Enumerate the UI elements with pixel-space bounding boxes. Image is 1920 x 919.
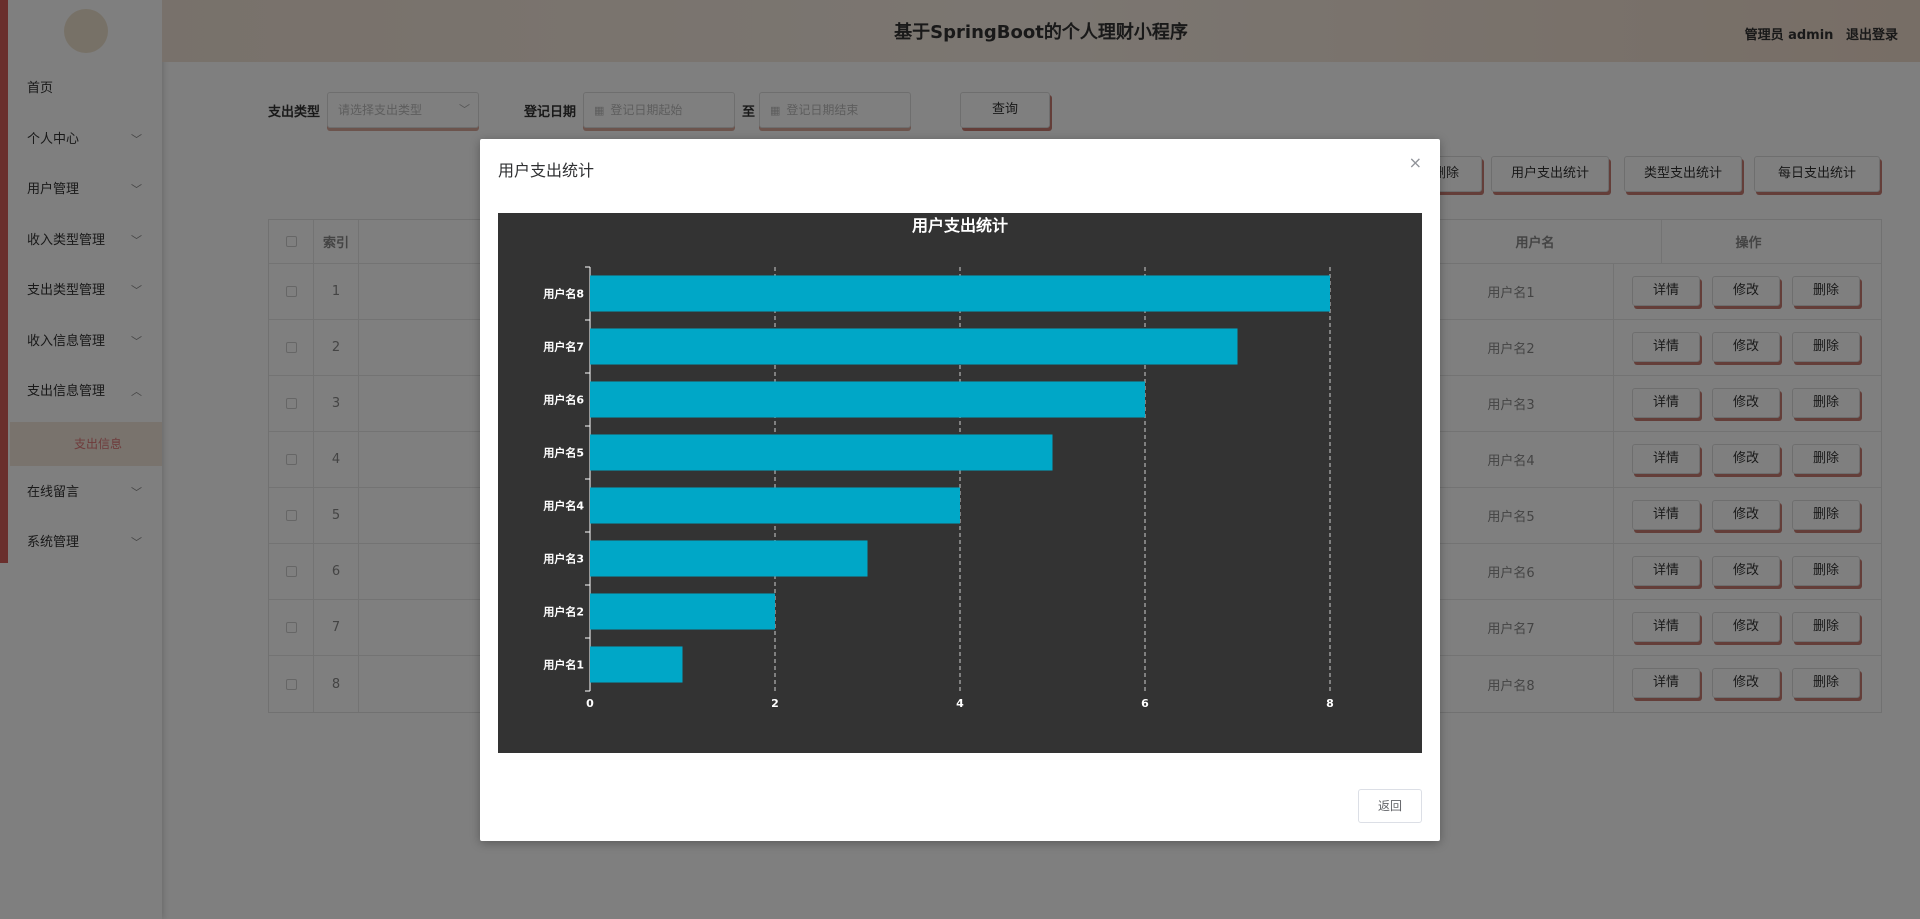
y-tick-label: 用户名8 [543, 287, 584, 301]
y-tick-label: 用户名5 [543, 446, 584, 460]
bar [590, 646, 683, 683]
close-icon[interactable]: × [1409, 153, 1422, 172]
user-expense-chart: 用户支出统计 0 2 4 6 8 用户名1 用户名2 用户名3 用户名4 用户名5 用户名6 用户名7 用… [498, 213, 1422, 753]
x-tick-label: 0 [586, 697, 594, 710]
bar [590, 381, 1145, 418]
y-tick-label: 用户名2 [543, 605, 584, 619]
y-tick-label: 用户名1 [543, 658, 584, 672]
y-tick-label: 用户名7 [543, 340, 584, 354]
x-tick-label: 6 [1141, 697, 1149, 710]
bar [590, 593, 775, 630]
bar [590, 328, 1238, 365]
bar-chart-svg: 用户支出统计 0 2 4 6 8 用户名1 用户名2 用户名3 用户名4 用户名5 用户名6 用户名7 用… [543, 216, 1334, 710]
y-tick-label: 用户名6 [543, 393, 584, 407]
back-button[interactable]: 返回 [1358, 789, 1422, 823]
x-tick-label: 8 [1326, 697, 1334, 710]
x-tick-label: 2 [771, 697, 779, 710]
bar [590, 275, 1330, 312]
bar [590, 434, 1053, 471]
chart-title: 用户支出统计 [912, 216, 1008, 235]
y-tick-label: 用户名4 [543, 499, 584, 513]
stats-dialog: 用户支出统计 × 用户支出统计 0 2 4 6 8 用户名1 用户名2 用户名3 用户名4 用户名5… [480, 139, 1440, 841]
y-tick-label: 用户名3 [543, 552, 584, 566]
bar [590, 540, 868, 577]
bar [590, 487, 960, 524]
x-tick-label: 4 [956, 697, 964, 710]
dialog-title: 用户支出统计 [498, 161, 595, 180]
